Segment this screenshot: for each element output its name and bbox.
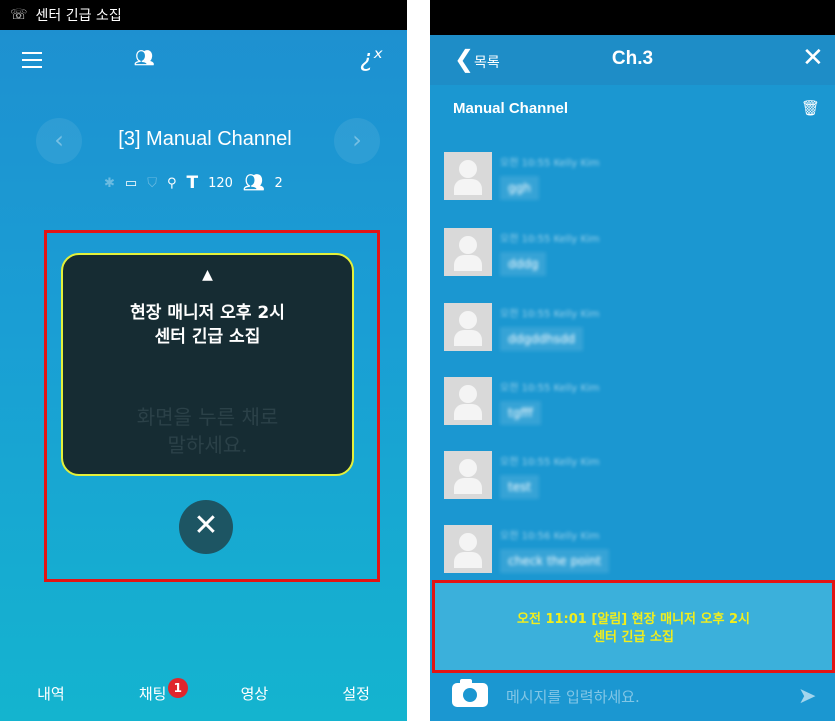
message-text: test <box>500 475 540 499</box>
avatar <box>444 303 492 351</box>
members-icon[interactable]: 👥︎ <box>134 48 154 67</box>
help-unlink-icon[interactable]: ¿ˣ <box>360 44 383 72</box>
members-count-icon: 👥︎ <box>242 173 265 193</box>
message-item: 오전 10:55 Kelly Kim test <box>444 451 834 515</box>
left-screen: ☏ 센터 긴급 소집 👥︎ ¿ˣ ‹ [3] Manual Channel › … <box>0 0 407 721</box>
send-icon[interactable]: ➤ <box>798 684 816 709</box>
channel-name: Manual Channel <box>453 100 569 117</box>
tab-chat-label: 채팅 <box>138 685 167 703</box>
message-text: ggh <box>500 176 539 200</box>
menu-icon[interactable] <box>22 52 42 68</box>
message-text: ddgddhsdd <box>500 327 584 351</box>
message-meta: 오전 10:56 Kelly Kim <box>500 531 600 542</box>
avatar <box>444 152 492 200</box>
status-bar: ☏ 센터 긴급 소집 <box>0 0 407 30</box>
message-text: check the point <box>500 549 610 573</box>
message-meta: 오전 10:55 Kelly Kim <box>500 383 600 394</box>
bluetooth-icon: ✱ <box>104 175 115 191</box>
tab-settings[interactable]: 설정 <box>305 672 407 716</box>
next-channel-button[interactable]: › <box>334 118 380 164</box>
message-meta: 오전 10:55 Kelly Kim <box>500 457 600 468</box>
push-to-talk-hint: 화면을 누른 채로 말하세요. <box>136 405 279 457</box>
status-notification-text: 센터 긴급 소집 <box>35 8 122 24</box>
alert-card[interactable]: ▲ 현장 매니저 오후 2시 센터 긴급 소집 화면을 누른 채로 말하세요. <box>61 253 354 476</box>
close-icon[interactable]: ✕ <box>802 43 824 73</box>
notice-text: 오전 11:01 [알림] 현장 매니저 오후 2시 센터 긴급 소집 <box>517 612 750 645</box>
tx-value: 120 <box>208 175 233 191</box>
bottom-nav: 내역 채팅 1 영상 설정 <box>0 672 407 716</box>
chat-title: Ch.3 <box>611 48 654 69</box>
unread-badge: 1 <box>167 678 188 698</box>
right-screen: ❮ 목록 Ch.3 ✕ Manual Channel 🗑︎ 오전 10:55 K… <box>430 0 835 721</box>
avatar <box>444 451 492 499</box>
close-alert-button[interactable]: ✕ <box>179 500 233 554</box>
message-meta: 오전 10:55 Kelly Kim <box>500 234 600 245</box>
channel-title: [3] Manual Channel <box>118 128 292 150</box>
cassette-icon: ▭ <box>124 175 138 191</box>
warning-icon: ▲ <box>202 267 213 283</box>
message-input-bar: ➤ <box>430 673 835 721</box>
status-bar-right <box>430 0 835 35</box>
channel-status-icons: ✱ ▭ ⛉ ⚲ T 120 👥︎ 2 <box>104 172 283 194</box>
channel-subheader: Manual Channel 🗑︎ <box>430 85 835 129</box>
trash-icon[interactable]: 🗑︎ <box>801 99 820 117</box>
member-count: 2 <box>274 175 283 191</box>
message-text: tgfff <box>500 401 541 425</box>
avatar <box>444 377 492 425</box>
tab-chat[interactable]: 채팅 1 <box>102 672 204 716</box>
message-meta: 오전 10:55 Kelly Kim <box>500 309 600 320</box>
camera-icon[interactable] <box>452 679 488 707</box>
shield-icon: ⛉ <box>147 175 157 191</box>
message-text: dddg <box>500 252 547 276</box>
message-item: 오전 10:55 Kelly Kim tgfff <box>444 377 834 441</box>
app-notification-icon: ☏ <box>10 7 28 23</box>
message-input[interactable] <box>506 683 786 711</box>
avatar <box>444 228 492 276</box>
location-icon: ⚲ <box>166 175 177 191</box>
alert-message: 현장 매니저 오후 2시 센터 긴급 소집 <box>130 303 285 347</box>
message-item: 오전 10:55 Kelly Kim ddgddhsdd <box>444 303 834 367</box>
avatar <box>444 525 492 573</box>
chat-header: ❮ 목록 Ch.3 ✕ <box>430 35 835 85</box>
message-item: 오전 10:55 Kelly Kim ggh <box>444 152 834 216</box>
alert-notice-banner: 오전 11:01 [알림] 현장 매니저 오후 2시 센터 긴급 소집 <box>432 580 835 673</box>
message-meta: 오전 10:55 Kelly Kim <box>500 158 600 169</box>
tx-icon: T <box>186 173 199 193</box>
tab-video[interactable]: 영상 <box>204 672 306 716</box>
tab-history[interactable]: 내역 <box>0 672 102 716</box>
top-bar: 👥︎ ¿ˣ <box>0 40 407 80</box>
message-item: 오전 10:55 Kelly Kim dddg <box>444 228 834 292</box>
prev-channel-button[interactable]: ‹ <box>36 118 82 164</box>
